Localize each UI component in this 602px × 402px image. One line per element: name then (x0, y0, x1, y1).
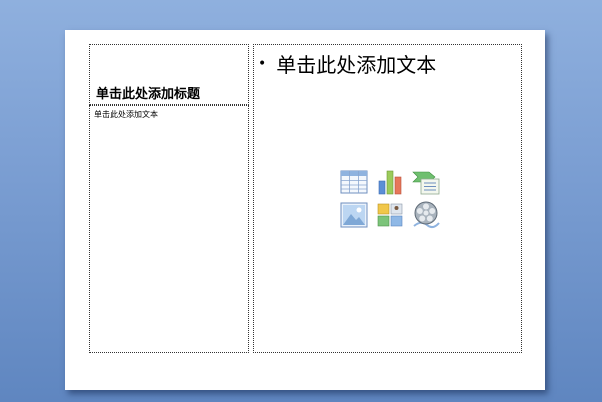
chart-icon (378, 170, 402, 194)
title-placeholder[interactable]: 单击此处添加标题 (89, 44, 249, 105)
clip-art-icon (377, 203, 403, 226)
insert-smartart-button[interactable] (408, 165, 444, 198)
media-clip-icon (413, 201, 440, 228)
title-placeholder-text: 单击此处添加标题 (96, 87, 201, 102)
insert-table-button[interactable] (336, 165, 372, 198)
picture-icon (340, 202, 368, 227)
insert-clip-art-button[interactable] (372, 198, 408, 231)
bullet-icon: • (258, 55, 267, 72)
content-placeholder-text: 单击此处添加文本 (276, 53, 437, 77)
content-placeholder[interactable]: • 单击此处添加文本 (253, 44, 522, 353)
content-bullet: • 单击此处添加文本 (258, 49, 436, 78)
insert-media-clip-button[interactable] (408, 198, 444, 231)
text-placeholder[interactable]: 单击此处添加文本 (89, 105, 249, 353)
text-placeholder-text: 单击此处添加文本 (94, 110, 158, 119)
insert-picture-button[interactable] (336, 198, 372, 231)
insert-content-icons (336, 165, 444, 231)
insert-chart-button[interactable] (372, 165, 408, 198)
smartart-icon (412, 171, 440, 194)
table-icon (340, 170, 368, 193)
slide-canvas: 单击此处添加标题 单击此处添加文本 • 单击此处添加文本 (65, 30, 545, 390)
